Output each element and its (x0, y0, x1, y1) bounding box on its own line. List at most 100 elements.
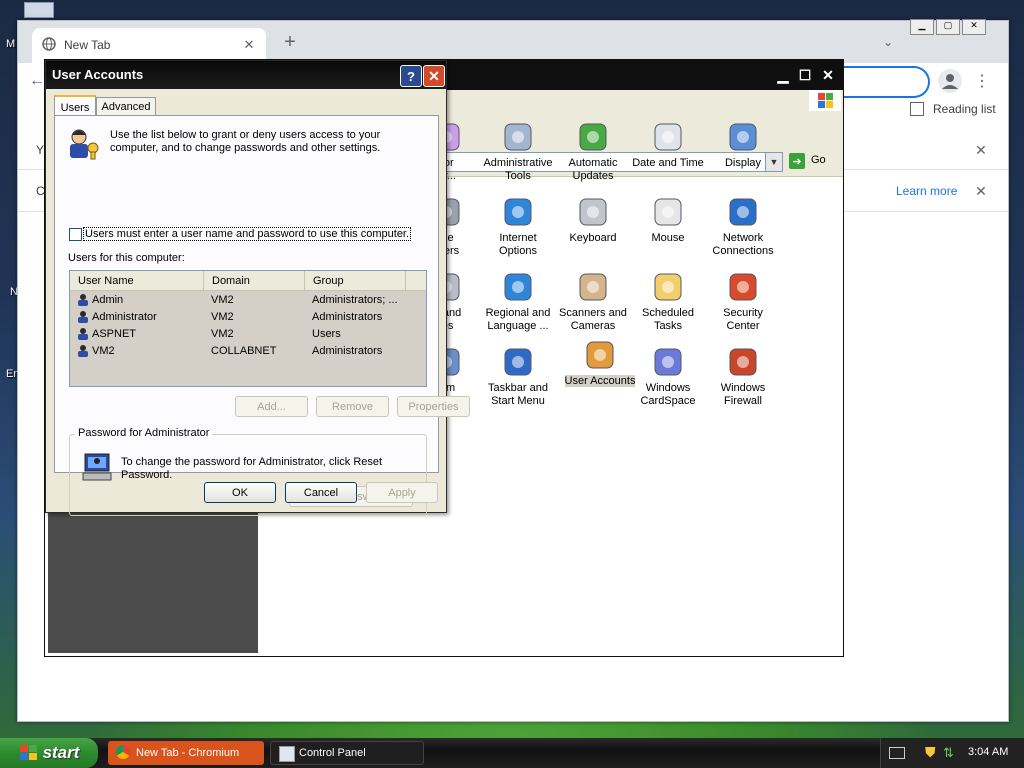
control-panel-item[interactable]: Display (703, 121, 783, 170)
cell-user-name: Administrator (92, 311, 157, 323)
task-label: New Tab - Chromium (136, 747, 240, 759)
close-button[interactable]: ✕ (962, 19, 986, 35)
control-panel-item-label: Taskbar and Start Menu (488, 382, 548, 407)
cell-group: Administrators (312, 311, 383, 323)
control-panel-item[interactable]: Internet Options (478, 196, 558, 258)
require-login-label[interactable]: Users must enter a user name and passwor… (83, 227, 412, 241)
control-panel-item[interactable]: Scheduled Tasks (628, 271, 708, 333)
go-button[interactable]: Go (811, 154, 826, 166)
control-panel-item-label: Display (724, 157, 762, 169)
table-row[interactable]: Administrator VM2 Administrators (70, 309, 426, 326)
control-panel-item-label: Network Connections (712, 232, 774, 257)
folder-clock-icon (652, 271, 684, 303)
windows-logo-icon (577, 121, 609, 153)
control-panel-item-label: User Accounts (564, 375, 636, 387)
control-panel-item-label: Mouse (651, 232, 685, 244)
control-panel-item-label: Regional and Language ... (485, 307, 551, 332)
cell-user-name: ASPNET (92, 328, 137, 340)
remove-button[interactable]: Remove (316, 396, 389, 417)
table-row[interactable]: Admin VM2 Administrators; ... (70, 292, 426, 309)
column-header-domain[interactable]: Domain (204, 271, 305, 290)
network-icon[interactable]: ⇅ (943, 745, 954, 761)
minimize-button[interactable]: ▁ (910, 19, 934, 35)
chromium-icon (116, 745, 130, 759)
desktop-label[interactable]: M (6, 38, 15, 50)
cancel-button[interactable]: Cancel (285, 482, 357, 503)
start-button[interactable]: start (0, 738, 98, 768)
keyboard-icon (577, 196, 609, 228)
user-icon (78, 328, 88, 340)
list-header: User Name Domain Group (70, 271, 426, 291)
control-panel-item[interactable]: Automatic Updates (553, 121, 633, 183)
keyboard-icon[interactable] (889, 747, 905, 759)
table-row[interactable]: VM2 COLLABNET Administrators (70, 343, 426, 360)
users-list[interactable]: User Name Domain Group Admin VM2 Administr… (69, 270, 427, 387)
users-icon (70, 129, 99, 160)
control-panel-item[interactable]: Regional and Language ... (478, 271, 558, 333)
new-tab-button[interactable]: + (281, 31, 299, 53)
go-arrow-icon[interactable]: ➔ (789, 153, 805, 169)
control-panel-item[interactable]: Keyboard (553, 196, 633, 245)
control-panel-item-label: Date and Time (632, 157, 704, 169)
require-login-checkbox[interactable] (69, 228, 82, 241)
help-button[interactable]: ? (400, 65, 422, 87)
task-chromium[interactable]: New Tab - Chromium (108, 741, 264, 765)
avatar[interactable] (938, 69, 962, 93)
reading-list-button[interactable]: Reading list (933, 102, 996, 116)
tab-advanced[interactable]: Advanced (96, 97, 156, 116)
control-panel-item[interactable]: Taskbar and Start Menu (478, 346, 558, 408)
control-panel-item[interactable]: Security Center (703, 271, 783, 333)
admin-tools-icon (502, 121, 534, 153)
task-control-panel[interactable]: Control Panel (270, 741, 424, 765)
task-label: Control Panel (299, 747, 366, 759)
maximize-button[interactable]: ☐ (795, 65, 815, 85)
close-button[interactable]: ✕ (818, 65, 838, 85)
start-label: start (42, 743, 80, 762)
shield-icon[interactable]: ⛊ (925, 744, 936, 761)
close-icon[interactable]: ✕ (972, 141, 990, 159)
column-header-user-name[interactable]: User Name (70, 271, 204, 290)
control-panel-item-label: Windows Firewall (720, 382, 766, 407)
tab-new-tab[interactable]: New Tab ✕ (32, 28, 266, 63)
control-panel-item[interactable]: Mouse (628, 196, 708, 245)
close-icon[interactable]: ✕ (972, 182, 990, 200)
control-panel-item[interactable]: Windows CardSpace (628, 346, 708, 408)
users-tab-panel: Use the list below to grant or deny user… (54, 115, 470, 516)
ok-button[interactable]: OK (204, 482, 276, 503)
add-button[interactable]: Add... (235, 396, 308, 417)
control-panel-item[interactable]: Administrative Tools (478, 121, 558, 183)
globe-icon (502, 196, 534, 228)
learn-more-link[interactable]: Learn more (896, 184, 957, 198)
reading-list-icon (910, 102, 924, 116)
omnibox[interactable] (838, 66, 930, 98)
tab-strip: New Tab ✕ + ⌄ ▁ ▢ ✕ (18, 19, 1008, 63)
user-icon (78, 311, 88, 323)
menu-dots-icon[interactable]: ⋮ (973, 72, 991, 90)
cell-user-name: Admin (92, 294, 124, 306)
control-panel-item[interactable]: Windows Firewall (703, 346, 783, 408)
apply-button[interactable]: Apply (366, 482, 438, 503)
tab-close-icon[interactable]: ✕ (240, 36, 258, 54)
control-panel-item-label: Administrative Tools (483, 157, 553, 182)
users-icon (584, 339, 616, 371)
firewall-icon (727, 346, 759, 378)
cell-domain: VM2 (211, 294, 234, 306)
minimize-button[interactable]: ▁ (773, 65, 793, 85)
display-icon (727, 121, 759, 153)
list-caption: Users for this computer: (68, 252, 185, 264)
windows-logo-icon (809, 90, 841, 111)
password-group-title: Password for Administrator (75, 427, 213, 439)
tab-search-icon[interactable]: ⌄ (879, 33, 897, 51)
close-button[interactable]: ✕ (423, 65, 445, 87)
column-header-group[interactable]: Group (305, 271, 406, 290)
control-panel-item[interactable]: Network Connections (703, 196, 783, 258)
restore-button[interactable]: ▢ (936, 19, 960, 35)
table-row[interactable]: ASPNET VM2 Users (70, 326, 426, 343)
globe-icon (502, 271, 534, 303)
control-panel-item[interactable]: Date and Time (628, 121, 708, 170)
cardspace-icon (652, 346, 684, 378)
clock: 3:04 AM (968, 746, 1009, 758)
properties-button[interactable]: Properties (397, 396, 470, 417)
control-panel-item[interactable]: Scanners and Cameras (553, 271, 633, 333)
desktop-icon[interactable] (24, 2, 54, 18)
